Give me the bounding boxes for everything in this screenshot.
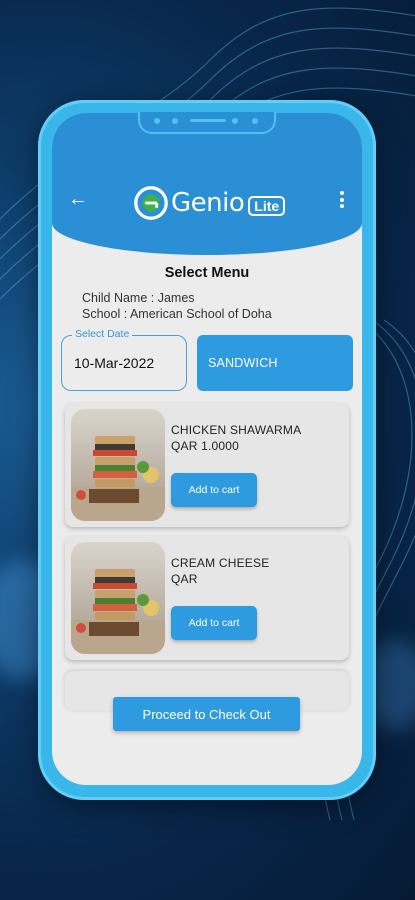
- app-logo: Genio Lite: [132, 183, 286, 223]
- school-name: School : American School of Doha: [82, 307, 272, 321]
- arrow-left-icon[interactable]: ←: [68, 189, 88, 209]
- add-to-cart-button[interactable]: Add to cart: [171, 606, 257, 640]
- page-title: Select Menu: [164, 265, 250, 281]
- item-name: CHICKEN SHAWARMA: [171, 423, 302, 437]
- genio-logo-icon: [134, 186, 168, 220]
- menu-item-card: CHICKEN SHAWARMA QAR 1.0000 Add to cart: [65, 403, 349, 527]
- item-price: QAR 1.0000: [171, 439, 240, 453]
- add-to-cart-button[interactable]: Add to cart: [171, 473, 257, 507]
- app-screen: ← Genio Lite Select Menu Child Name : Ja…: [52, 113, 362, 785]
- item-name: CREAM CHEESE: [171, 556, 270, 570]
- child-name: Child Name : James: [82, 291, 195, 305]
- logo-lite-badge: Lite: [248, 196, 286, 216]
- menu-item-card: CREAM CHEESE QAR Add to cart: [65, 536, 349, 660]
- sandwich-image: [71, 542, 165, 654]
- date-field-value: 10-Mar-2022: [74, 355, 155, 371]
- item-price: QAR: [171, 572, 198, 586]
- category-select[interactable]: SANDWICH: [197, 335, 353, 391]
- student-info: Child Name : James School : American Sch…: [82, 290, 272, 322]
- phone-notch: [138, 112, 276, 134]
- date-picker-field[interactable]: Select Date 10-Mar-2022: [61, 328, 187, 391]
- more-vertical-icon[interactable]: [340, 191, 344, 211]
- date-field-label: Select Date: [72, 328, 133, 340]
- logo-text: Genio: [171, 188, 245, 218]
- sandwich-image: [71, 409, 165, 521]
- proceed-to-checkout-button[interactable]: Proceed to Check Out: [113, 697, 300, 731]
